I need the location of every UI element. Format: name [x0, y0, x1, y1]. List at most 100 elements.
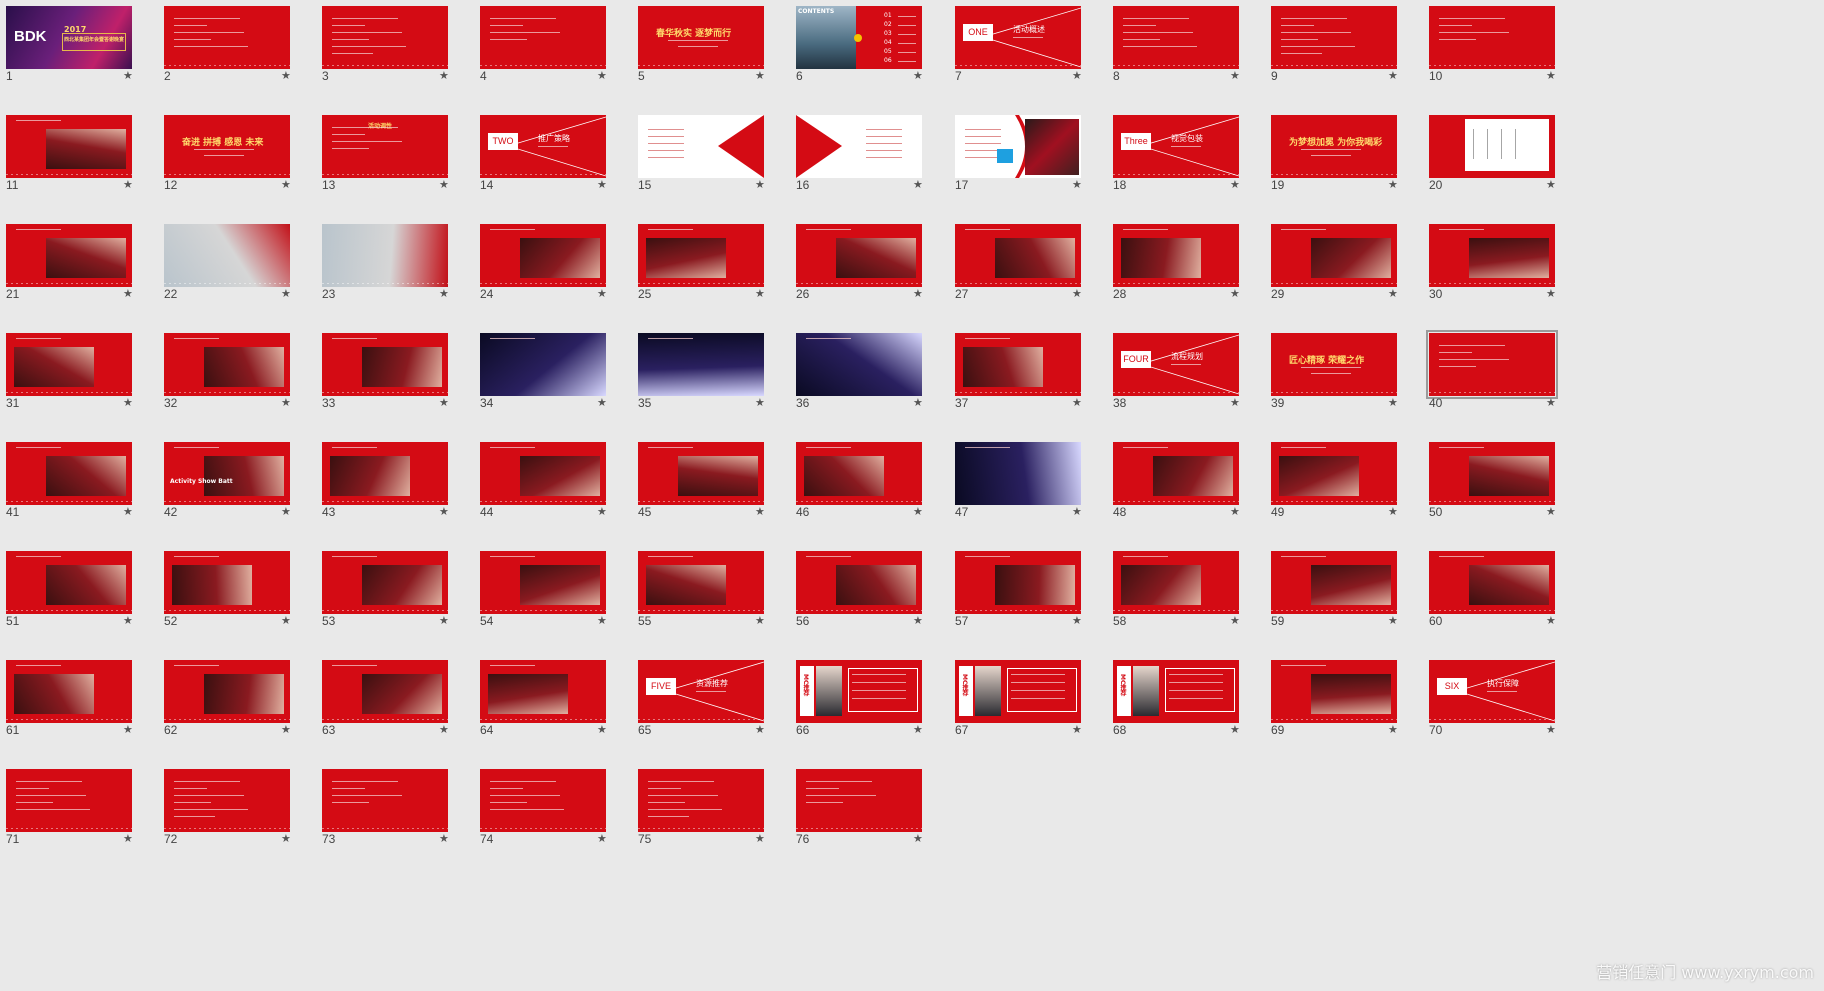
- slide-thumbnail-17[interactable]: 17 ★: [949, 109, 1107, 218]
- slide-thumbnail-62[interactable]: 62 ★: [158, 654, 316, 763]
- slide-thumbnail-63[interactable]: 63 ★: [316, 654, 474, 763]
- slide-preview[interactable]: 为梦想加冕 为你我喝彩: [1271, 115, 1397, 178]
- slide-preview[interactable]: ONE 活动概述: [955, 6, 1081, 69]
- slide-thumbnail-39[interactable]: 匠心精琢 荣耀之作 39 ★: [1265, 327, 1423, 436]
- slide-thumbnail-57[interactable]: 57 ★: [949, 545, 1107, 654]
- slide-preview[interactable]: [6, 115, 132, 178]
- slide-preview[interactable]: MC推荐: [955, 660, 1081, 723]
- slide-thumbnail-55[interactable]: 55 ★: [632, 545, 790, 654]
- slide-thumbnail-41[interactable]: 41 ★: [0, 436, 158, 545]
- slide-preview[interactable]: [1429, 442, 1555, 505]
- slide-preview[interactable]: [6, 769, 132, 832]
- slide-thumbnail-20[interactable]: 20 ★: [1423, 109, 1581, 218]
- slide-preview[interactable]: [6, 333, 132, 396]
- slide-thumbnail-51[interactable]: 51 ★: [0, 545, 158, 654]
- slide-thumbnail-3[interactable]: 3 ★: [316, 0, 474, 109]
- slide-preview[interactable]: Three 视觉包装: [1113, 115, 1239, 178]
- slide-thumbnail-67[interactable]: MC推荐 67 ★: [949, 654, 1107, 763]
- slide-thumbnail-1[interactable]: BDK 2017 西北某集团年会暨答谢晚宴 1 ★: [0, 0, 158, 109]
- slide-preview[interactable]: [1271, 442, 1397, 505]
- slide-preview[interactable]: [796, 442, 922, 505]
- slide-thumbnail-40[interactable]: 40 ★: [1423, 327, 1581, 436]
- slide-thumbnail-48[interactable]: 48 ★: [1107, 436, 1265, 545]
- slide-preview[interactable]: [164, 6, 290, 69]
- slide-preview[interactable]: 春华秋实 逐梦而行: [638, 6, 764, 69]
- slide-preview[interactable]: [322, 660, 448, 723]
- slide-preview[interactable]: [6, 551, 132, 614]
- slide-thumbnail-52[interactable]: 52 ★: [158, 545, 316, 654]
- slide-thumbnail-65[interactable]: FIVE 资源推荐 65 ★: [632, 654, 790, 763]
- slide-thumbnail-76[interactable]: 76 ★: [790, 763, 948, 872]
- slide-preview[interactable]: [955, 551, 1081, 614]
- slide-thumbnail-18[interactable]: Three 视觉包装 18 ★: [1107, 109, 1265, 218]
- slide-thumbnail-68[interactable]: MC推荐 68 ★: [1107, 654, 1265, 763]
- slide-thumbnail-56[interactable]: 56 ★: [790, 545, 948, 654]
- slide-preview[interactable]: SIX 执行保障: [1429, 660, 1555, 723]
- slide-preview[interactable]: [164, 660, 290, 723]
- slide-thumbnail-2[interactable]: 2 ★: [158, 0, 316, 109]
- slide-thumbnail-35[interactable]: 35 ★: [632, 327, 790, 436]
- slide-thumbnail-24[interactable]: 24 ★: [474, 218, 632, 327]
- slide-preview[interactable]: [955, 333, 1081, 396]
- slide-preview[interactable]: 匠心精琢 荣耀之作: [1271, 333, 1397, 396]
- slide-preview[interactable]: CONTENTS 01 02 03 04 05 06: [796, 6, 922, 69]
- slide-preview[interactable]: [1271, 551, 1397, 614]
- slide-preview[interactable]: [480, 224, 606, 287]
- slide-preview[interactable]: TWO 推广策略: [480, 115, 606, 178]
- slide-preview[interactable]: MC推荐: [1113, 660, 1239, 723]
- slide-thumbnail-61[interactable]: 61 ★: [0, 654, 158, 763]
- slide-preview[interactable]: [638, 224, 764, 287]
- slide-thumbnail-37[interactable]: 37 ★: [949, 327, 1107, 436]
- slide-thumbnail-14[interactable]: TWO 推广策略 14 ★: [474, 109, 632, 218]
- slide-preview[interactable]: MC推荐: [796, 660, 922, 723]
- slide-thumbnail-72[interactable]: 72 ★: [158, 763, 316, 872]
- slide-preview[interactable]: [955, 115, 1081, 178]
- slide-thumbnail-29[interactable]: 29 ★: [1265, 218, 1423, 327]
- slide-preview[interactable]: FIVE 资源推荐: [638, 660, 764, 723]
- slide-thumbnail-28[interactable]: 28 ★: [1107, 218, 1265, 327]
- slide-thumbnail-21[interactable]: 21 ★: [0, 218, 158, 327]
- slide-preview[interactable]: [955, 224, 1081, 287]
- slide-thumbnail-27[interactable]: 27 ★: [949, 218, 1107, 327]
- slide-thumbnail-6[interactable]: CONTENTS 01 02 03 04 05 06 6 ★: [790, 0, 948, 109]
- slide-preview[interactable]: 奋进 拼搏 感恩 未来: [164, 115, 290, 178]
- slide-thumbnail-74[interactable]: 74 ★: [474, 763, 632, 872]
- slide-thumbnail-38[interactable]: FOUR 流程规划 38 ★: [1107, 327, 1265, 436]
- slide-preview[interactable]: [480, 6, 606, 69]
- slide-preview[interactable]: [480, 551, 606, 614]
- slide-thumbnail-19[interactable]: 为梦想加冕 为你我喝彩 19 ★: [1265, 109, 1423, 218]
- slide-thumbnail-71[interactable]: 71 ★: [0, 763, 158, 872]
- slide-preview[interactable]: [164, 769, 290, 832]
- slide-thumbnail-59[interactable]: 59 ★: [1265, 545, 1423, 654]
- slide-thumbnail-12[interactable]: 奋进 拼搏 感恩 未来 12 ★: [158, 109, 316, 218]
- slide-thumbnail-23[interactable]: 23 ★: [316, 218, 474, 327]
- slide-thumbnail-16[interactable]: 16 ★: [790, 109, 948, 218]
- slide-thumbnail-54[interactable]: 54 ★: [474, 545, 632, 654]
- slide-preview[interactable]: [638, 442, 764, 505]
- slide-preview[interactable]: [955, 442, 1081, 505]
- slide-preview[interactable]: [6, 224, 132, 287]
- slide-thumbnail-22[interactable]: 22 ★: [158, 218, 316, 327]
- slide-preview[interactable]: [638, 115, 764, 178]
- slide-thumbnail-46[interactable]: 46 ★: [790, 436, 948, 545]
- slide-preview[interactable]: [638, 769, 764, 832]
- slide-preview[interactable]: [1429, 115, 1555, 178]
- slide-preview[interactable]: [796, 224, 922, 287]
- slide-preview[interactable]: [1426, 330, 1558, 399]
- slide-preview[interactable]: [322, 224, 448, 287]
- slide-preview[interactable]: [1271, 660, 1397, 723]
- slide-thumbnail-69[interactable]: 69 ★: [1265, 654, 1423, 763]
- slide-preview[interactable]: [322, 769, 448, 832]
- slide-preview[interactable]: [164, 224, 290, 287]
- slide-preview[interactable]: [796, 769, 922, 832]
- slide-thumbnail-32[interactable]: 32 ★: [158, 327, 316, 436]
- slide-thumbnail-73[interactable]: 73 ★: [316, 763, 474, 872]
- slide-thumbnail-75[interactable]: 75 ★: [632, 763, 790, 872]
- slide-thumbnail-13[interactable]: 活动调性 13 ★: [316, 109, 474, 218]
- slide-preview[interactable]: [480, 660, 606, 723]
- slide-preview[interactable]: [1113, 442, 1239, 505]
- slide-thumbnail-7[interactable]: ONE 活动概述 7 ★: [949, 0, 1107, 109]
- slide-preview[interactable]: [1113, 551, 1239, 614]
- slide-thumbnail-47[interactable]: 47 ★: [949, 436, 1107, 545]
- slide-preview[interactable]: 活动调性: [322, 115, 448, 178]
